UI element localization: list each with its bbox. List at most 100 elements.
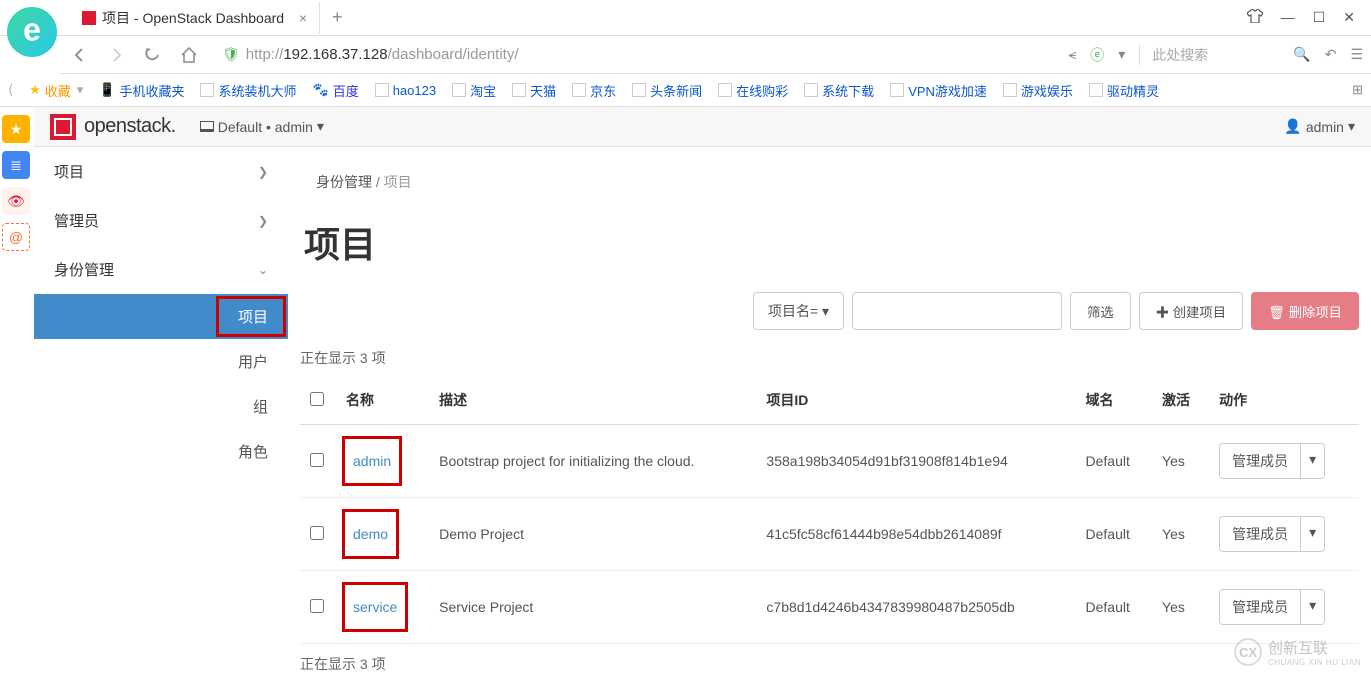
row-checkbox[interactable] [310,526,324,540]
project-desc: Demo Project [429,498,756,571]
project-active: Yes [1152,425,1209,498]
action-button[interactable]: 管理成员▾ [1219,516,1325,552]
action-dropdown[interactable]: ▾ [1300,517,1324,551]
project-name-link[interactable]: service [353,599,397,615]
extensions-icon[interactable]: ⊞ [1352,82,1363,98]
sidebar-sub-groups[interactable]: 组 [34,384,288,429]
close-window-icon[interactable]: ✕ [1343,9,1355,26]
maximize-icon[interactable]: ☐ [1313,9,1326,26]
bookmark-item-10[interactable]: 游戏娱乐 [1003,81,1073,100]
bookmark-item-4[interactable]: 天猫 [512,81,556,100]
project-active: Yes [1152,571,1209,644]
close-tab-icon[interactable]: × [299,10,307,26]
project-desc: Bootstrap project for initializing the c… [429,425,756,498]
sidebar-sub-roles[interactable]: 角色 [34,429,288,474]
bookmark-item-9[interactable]: VPN游戏加速 [890,81,987,100]
dropdown-icon[interactable]: ▾ [1118,46,1125,63]
bookmark-item-8[interactable]: 系统下载 [804,81,874,100]
bookmark-favorites[interactable]: ★收藏▾ [29,81,83,100]
watermark-text: 创新互联 [1268,637,1361,658]
bookmark-item-2[interactable]: hao123 [375,83,436,98]
project-id: 358a198b34054d91bf31908f814b1e94 [756,425,1075,498]
url-text: http://192.168.37.128/dashboard/identity… [246,46,519,63]
back-button[interactable] [68,43,92,67]
shield-icon: 🛡 [222,46,240,63]
project-active: Yes [1152,498,1209,571]
compat-icon[interactable]: ⓔ [1090,45,1104,65]
menu-icon[interactable]: ☰ [1350,46,1363,63]
project-name-link[interactable]: demo [353,526,388,542]
row-checkbox[interactable] [310,453,324,467]
th-id[interactable]: 项目ID [756,376,1075,425]
select-all-checkbox[interactable] [310,392,324,406]
share-icon[interactable]: ⪪ [1068,46,1076,63]
sidebar-sub-users[interactable]: 用户 [34,339,288,384]
bookmark-mobile[interactable]: 📱手机收藏夹 [99,81,184,100]
th-name[interactable]: 名称 [336,376,429,425]
highlight-box: admin [342,436,402,486]
bookmark-item-7[interactable]: 在线购彩 [718,81,788,100]
openstack-logo[interactable]: openstack. [50,114,176,140]
chevron-right-icon: ❯ [258,165,268,179]
rail-docs-icon[interactable]: ≣ [2,151,30,179]
th-desc[interactable]: 描述 [429,376,756,425]
tab-favicon [82,11,96,25]
new-tab-button[interactable]: + [320,7,355,28]
sidebar-sub-projects[interactable]: 项目 [34,294,288,339]
breadcrumb-parent[interactable]: 身份管理 [316,174,372,190]
browser-tab[interactable]: 项目 - OpenStack Dashboard × [70,2,320,34]
plus-icon: ✚ [1156,305,1173,320]
th-action: 动作 [1209,376,1359,425]
undo-icon[interactable]: ↶ [1325,46,1337,63]
bookmark-item-5[interactable]: 京东 [572,81,616,100]
project-domain: Default [1076,425,1153,498]
sidebar-item-admin[interactable]: 管理员 ❯ [34,196,288,245]
action-dropdown[interactable]: ▾ [1300,444,1324,478]
highlight-box [216,296,286,337]
project-name-link[interactable]: admin [353,453,391,469]
highlight-box: service [342,582,408,632]
action-button[interactable]: 管理成员▾ [1219,443,1325,479]
user-label: admin [1306,119,1344,135]
rail-weibo-icon[interactable]: 👁 [2,187,30,215]
action-dropdown[interactable]: ▾ [1300,590,1324,624]
context-selector[interactable]: Default • admin ▾ [200,118,324,135]
chevron-right-icon: ❯ [258,214,268,228]
minimize-icon[interactable]: — [1281,9,1295,26]
bookmark-item-6[interactable]: 头条新闻 [632,81,702,100]
context-icon [200,121,214,132]
sidebar-item-identity[interactable]: 身份管理 ⌄ [34,245,288,294]
row-checkbox[interactable] [310,599,324,613]
address-input[interactable]: 🛡 http://192.168.37.128/dashboard/identi… [214,46,1056,63]
user-icon: 👤 [1284,118,1301,135]
delete-project-button[interactable]: 🗑 删除项目 [1251,292,1359,330]
sidebar-item-label: 项目 [54,161,84,182]
refresh-button[interactable] [140,43,164,67]
sidebar-item-project[interactable]: 项目 ❯ [34,147,288,196]
watermark: CX 创新互联 CHUANG XIN HU LIAN [1234,637,1361,667]
create-label: 创建项目 [1173,305,1226,320]
home-button[interactable] [176,43,202,67]
rail-at-icon[interactable]: @ [2,223,30,251]
chevron-down-icon: ⌄ [258,263,268,277]
bookmark-item-1[interactable]: 🐾百度 [313,81,359,100]
forward-button[interactable] [104,43,128,67]
filter-input[interactable] [852,292,1062,330]
sidebar-sub-label: 用户 [238,354,268,371]
shirt-icon[interactable] [1247,9,1263,26]
bookmark-item-0[interactable]: 系统装机大师 [200,81,296,100]
bookmark-item-11[interactable]: 驱动精灵 [1089,81,1159,100]
th-active[interactable]: 激活 [1152,376,1209,425]
action-button[interactable]: 管理成员▾ [1219,589,1325,625]
search-input[interactable]: 此处搜索 [1139,45,1279,65]
search-icon[interactable]: 🔍 [1293,46,1310,63]
filter-field-select[interactable]: 项目名= ▾ [753,292,844,330]
create-project-button[interactable]: ✚ 创建项目 [1139,292,1243,330]
count-text-bottom: 正在显示 3 项 [300,644,1359,682]
rail-favorites-icon[interactable]: ★ [2,115,30,143]
user-menu[interactable]: 👤 admin ▾ [1284,118,1355,135]
th-domain[interactable]: 域名 [1076,376,1153,425]
bm-chevron-left[interactable]: ⟨ [8,82,13,98]
bookmark-item-3[interactable]: 淘宝 [452,81,496,100]
filter-button[interactable]: 筛选 [1070,292,1131,330]
